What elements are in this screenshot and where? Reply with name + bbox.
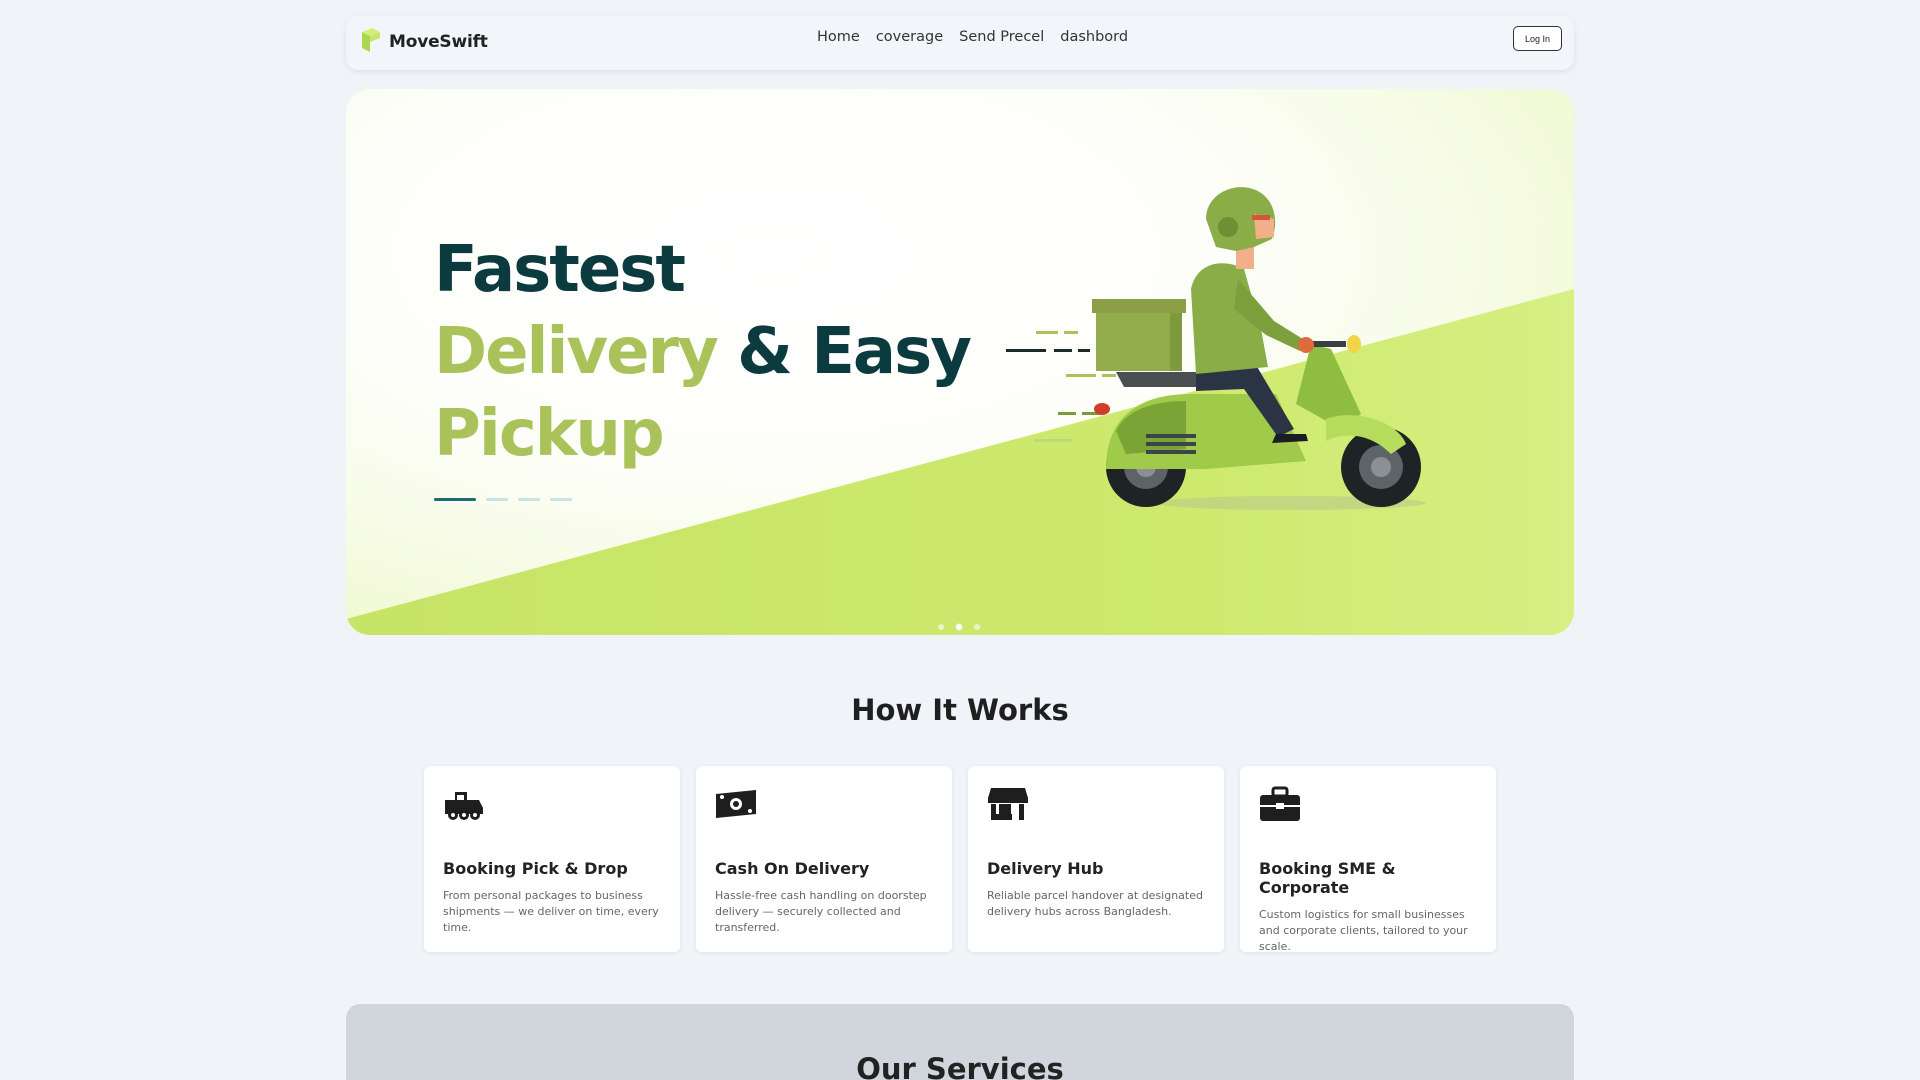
hero-carousel: Fastest Delivery & Easy Pickup: [346, 89, 1574, 635]
how-it-works-title: How It Works: [851, 693, 1069, 727]
brand-name: MoveSwift: [389, 32, 488, 52]
nav-links: Home coverage Send Precel dashbord: [817, 29, 1128, 45]
nav-link-dashboard[interactable]: dashbord: [1060, 29, 1128, 45]
card-title: Cash On Delivery: [715, 859, 870, 878]
carousel-dot-2[interactable]: [956, 624, 962, 630]
carousel-dot-1[interactable]: [938, 624, 944, 630]
hero-line-2-rest: & Easy: [716, 315, 972, 389]
card-description: Custom logistics for small businesses an…: [1259, 908, 1468, 953]
nav-link-coverage[interactable]: coverage: [876, 29, 943, 45]
briefcase-icon: [1260, 786, 1300, 821]
brand[interactable]: MoveSwift: [358, 26, 488, 54]
logo-icon: [362, 28, 380, 52]
delivery-scooter-illustration: [1006, 187, 1426, 510]
hero-underline-active: [434, 498, 476, 501]
card-title: Booking Pick & Drop: [443, 859, 628, 878]
card-description: Hassle-free cash handling on doorstep de…: [715, 889, 927, 934]
hero-line-2: Delivery & Easy: [434, 311, 972, 393]
feature-card: Booking Pick & Drop From personal packag…: [424, 766, 680, 952]
nav-link-home[interactable]: Home: [817, 29, 860, 45]
hero-underline-dash: [550, 498, 572, 501]
services-section: Our Services: [346, 1004, 1574, 1080]
navbar: MoveSwift Home coverage Send Precel dash…: [346, 16, 1574, 70]
hero-underline-dash: [486, 498, 508, 501]
hero-underline-dash: [518, 498, 540, 501]
services-title: Our Services: [856, 1052, 1064, 1080]
hero-line-3: Pickup: [434, 397, 665, 471]
feature-card: Delivery Hub Reliable parcel handover at…: [968, 766, 1224, 952]
login-button[interactable]: Log In: [1513, 26, 1562, 51]
hero-line-1: Fastest: [434, 233, 686, 307]
carousel-dot-3[interactable]: [974, 624, 980, 630]
carousel-dots: [938, 624, 980, 630]
card-description: From personal packages to business shipm…: [443, 889, 659, 934]
card-title: Delivery Hub: [987, 859, 1104, 878]
hero-title: Fastest Delivery & Easy Pickup: [434, 229, 972, 475]
card-title: Booking SME & Corporate: [1259, 859, 1396, 897]
store-icon: [988, 788, 1028, 820]
truck-icon: [445, 792, 483, 820]
money-bill-icon: [716, 790, 756, 818]
hero-line-2-accent: Delivery: [434, 315, 719, 389]
nav-link-send-parcel[interactable]: Send Precel: [959, 29, 1044, 45]
feature-card: Cash On Delivery Hassle-free cash handli…: [696, 766, 952, 952]
card-description: Reliable parcel handover at designated d…: [987, 889, 1203, 918]
feature-card: Booking SME & Corporate Custom logistics…: [1240, 766, 1496, 953]
